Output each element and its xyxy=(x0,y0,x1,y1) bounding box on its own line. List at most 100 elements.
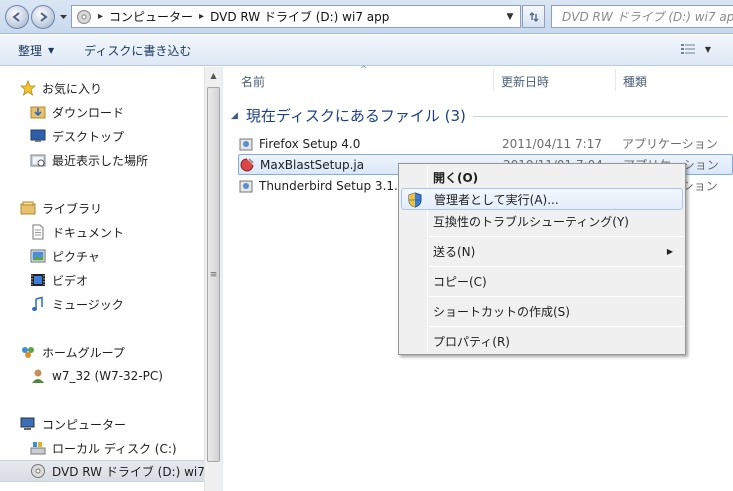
group-title: 現在ディスクにあるファイル (3) xyxy=(245,107,466,125)
desktop-icon xyxy=(30,129,46,142)
address-field[interactable]: ▸ コンピューター ▸ DVD RW ドライブ (D:) wi7 app ▼ xyxy=(71,5,521,28)
address-bar-area: ▸ コンピューター ▸ DVD RW ドライブ (D:) wi7 app ▼ D… xyxy=(0,0,733,34)
nav-videos[interactable]: ビデオ xyxy=(0,269,204,291)
nav-documents[interactable]: ドキュメント xyxy=(0,221,204,243)
nav-label: ミュージック xyxy=(52,297,124,312)
collapse-triangle-icon[interactable]: ◢ xyxy=(231,111,238,121)
nav-pictures[interactable]: ピクチャ xyxy=(0,245,204,267)
column-divider[interactable] xyxy=(615,69,616,91)
scrollbar-thumb[interactable]: ≡ xyxy=(207,87,220,462)
nav-label: ローカル ディスク (C:) xyxy=(52,441,177,456)
nav-favorites[interactable]: お気に入り xyxy=(0,77,204,99)
menu-item-label: 送る(N) xyxy=(433,244,476,259)
menu-separator xyxy=(429,296,683,297)
nav-label: w7_32 (W7-32-PC) xyxy=(52,369,163,383)
menu-item-label: ショートカットの作成(S) xyxy=(433,304,570,319)
music-note-icon xyxy=(32,296,43,311)
videos-icon xyxy=(31,274,45,286)
group-divider xyxy=(473,116,728,117)
menu-item-run-as-admin[interactable]: 管理者として実行(A)... xyxy=(401,188,683,210)
nav-local-disk[interactable]: ローカル ディスク (C:) xyxy=(0,437,204,459)
file-type: アプリケーション xyxy=(622,137,718,151)
nav-desktop[interactable]: デスクトップ xyxy=(0,125,204,147)
nav-label: デスクトップ xyxy=(52,129,125,144)
address-dropdown-icon[interactable]: ▼ xyxy=(502,8,518,25)
menu-item-open[interactable]: 開く(O) xyxy=(401,166,683,188)
breadcrumb-dvd-drive[interactable]: DVD RW ドライブ (D:) wi7 app xyxy=(210,8,389,25)
chevron-down-icon: ▼ xyxy=(48,45,55,55)
refresh-icon xyxy=(529,11,538,22)
nav-libraries[interactable]: ライブラリ xyxy=(0,197,204,219)
nav-label: ピクチャ xyxy=(52,249,100,264)
scroll-up-icon[interactable]: ▲ xyxy=(205,67,222,84)
burn-to-disc-button[interactable]: ディスクに書き込む xyxy=(76,38,199,62)
menu-separator xyxy=(429,236,683,237)
libraries-icon xyxy=(20,201,36,215)
refresh-button[interactable] xyxy=(522,5,545,28)
pictures-icon xyxy=(30,249,46,263)
details-view-icon xyxy=(680,44,695,54)
nav-scrollbar[interactable]: ▲ ≡ xyxy=(204,67,221,491)
menu-item-troubleshoot-compatibility[interactable]: 互換性のトラブルシューティング(Y) xyxy=(401,210,683,232)
menu-item-create-shortcut[interactable]: ショートカットの作成(S) xyxy=(401,300,683,322)
command-bar: 整理 ▼ ディスクに書き込む ▼ xyxy=(0,35,733,66)
nav-label: ドキュメント xyxy=(52,225,125,240)
nav-label: ダウンロード xyxy=(52,105,125,120)
back-button[interactable] xyxy=(5,5,29,29)
breadcrumb-computer[interactable]: コンピューター xyxy=(109,8,193,25)
group-header[interactable]: ◢ 現在ディスクにあるファイル (3) xyxy=(231,105,466,126)
documents-icon xyxy=(32,224,44,240)
menu-item-label: 互換性のトラブルシューティング(Y) xyxy=(433,214,629,229)
column-header-date[interactable]: 更新日時 xyxy=(501,73,549,90)
menu-item-copy[interactable]: コピー(C) xyxy=(401,270,683,292)
setup-installer-icon xyxy=(239,180,253,192)
chevron-down-icon: ▼ xyxy=(704,44,711,54)
column-header-name[interactable]: 名前 xyxy=(241,73,265,90)
breadcrumb-separator-icon[interactable]: ▸ xyxy=(199,11,204,22)
nav-homegroup[interactable]: ホームグループ xyxy=(0,341,204,363)
recent-places-icon xyxy=(30,154,46,167)
organize-button[interactable]: 整理 ▼ xyxy=(10,38,62,62)
file-name: Firefox Setup 4.0 xyxy=(259,136,361,151)
menu-item-label: 管理者として実行(A)... xyxy=(434,192,559,207)
homegroup-icon xyxy=(22,347,34,358)
nav-computer[interactable]: コンピューター xyxy=(0,413,204,435)
nav-dvd-drive[interactable]: DVD RW ドライブ (D:) wi7 xyxy=(0,460,204,482)
menu-item-label: 開く(O) xyxy=(433,170,479,185)
maxblast-app-icon xyxy=(240,157,254,172)
menu-item-send-to[interactable]: 送る(N) ▶ xyxy=(401,240,683,262)
change-view-button[interactable]: ▼ xyxy=(680,43,711,55)
forward-button[interactable] xyxy=(31,5,55,29)
hard-drive-icon xyxy=(30,442,46,455)
menu-separator xyxy=(429,326,683,327)
file-row-firefox[interactable]: Firefox Setup 4.0 2011/04/11 7:17 アプリケーシ… xyxy=(238,133,733,154)
column-header-type[interactable]: 種類 xyxy=(623,73,647,90)
breadcrumb-separator-icon[interactable]: ▸ xyxy=(98,11,103,22)
nav-label: ビデオ xyxy=(52,273,89,288)
context-menu: 開く(O) 管理者として実行(A)... 互換性のトラブルシューティング(Y) … xyxy=(398,163,686,355)
nav-label: DVD RW ドライブ (D:) wi7 xyxy=(52,464,204,479)
nav-music[interactable]: ミュージック xyxy=(0,293,204,315)
search-input[interactable]: DVD RW ドライブ (D:) wi7 app xyxy=(551,5,733,28)
column-headers: ^ 名前 更新日時 種類 xyxy=(223,65,733,93)
file-date: 2011/04/11 7:17 xyxy=(502,136,602,151)
menu-item-properties[interactable]: プロパティ(R) xyxy=(401,330,683,352)
nav-homegroup-user[interactable]: w7_32 (W7-32-PC) xyxy=(0,365,204,387)
column-divider[interactable] xyxy=(493,69,494,91)
organize-label: 整理 xyxy=(18,43,43,58)
uac-shield-icon xyxy=(408,192,422,208)
dvd-drive-icon xyxy=(31,464,45,478)
computer-icon xyxy=(20,417,35,430)
search-placeholder: DVD RW ドライブ (D:) wi7 app xyxy=(562,10,733,24)
back-arrow-icon xyxy=(12,12,20,22)
star-icon xyxy=(20,80,36,96)
nav-downloads[interactable]: ダウンロード xyxy=(0,101,204,123)
menu-separator xyxy=(429,266,683,267)
setup-installer-icon xyxy=(239,138,253,150)
burn-label: ディスクに書き込む xyxy=(84,43,192,58)
nav-recent-places[interactable]: 最近表示した場所 xyxy=(0,149,204,171)
history-dropdown-icon[interactable] xyxy=(59,12,68,21)
sort-caret-icon: ^ xyxy=(360,65,368,75)
menu-item-label: コピー(C) xyxy=(433,274,487,289)
nav-label: ホームグループ xyxy=(42,345,125,360)
